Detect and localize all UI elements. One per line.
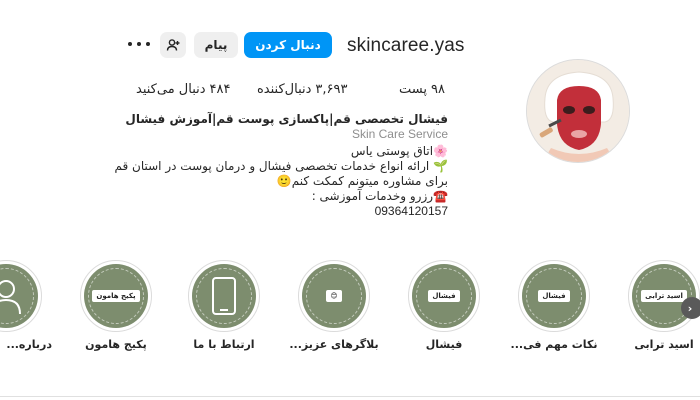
follow-button[interactable]: دنبال کردن: [244, 32, 332, 58]
followers-stat[interactable]: ۳,۶۹۳دنبال‌کننده: [257, 82, 347, 97]
highlight-label: پکیج هامون: [85, 338, 147, 351]
bio-phone: 09364120157: [374, 204, 448, 218]
following-stat[interactable]: ۴۸۴دنبال می‌کنید: [136, 82, 230, 97]
more-options-icon[interactable]: [128, 36, 150, 52]
highlight-tag: فیشال: [538, 290, 570, 302]
highlight-label: فیشال: [425, 338, 463, 351]
user-icon: [0, 280, 21, 315]
highlight-item[interactable]: ارتباط با ما: [178, 260, 270, 351]
followers-count: ۳,۶۹۳: [315, 82, 348, 97]
highlight-item[interactable]: 😊 بلاگرهای عزیز...: [288, 260, 380, 351]
bio-line: 🌸اتاق پوستی یاس: [350, 144, 448, 158]
add-user-icon: [166, 39, 180, 51]
profile-avatar[interactable]: [526, 59, 630, 163]
highlight-label: ارتباط با ما: [193, 338, 255, 351]
highlight-item[interactable]: فیشال فیشال: [398, 260, 490, 351]
highlight-tag: پکیج هامون: [92, 290, 140, 302]
highlight-item[interactable]: پکیج هامون پکیج هامون: [70, 260, 162, 351]
highlight-label: اسید ترابی: [634, 338, 694, 351]
posts-label: پست: [399, 82, 427, 97]
highlight-item[interactable]: فیشال نکات مهم فی...: [508, 260, 600, 351]
bio-line: برای مشاوره میتونم کمکت کنم🙂: [276, 174, 448, 188]
highlight-tag: فیشال: [428, 290, 460, 302]
phone-icon: [212, 277, 236, 315]
posts-stat: ۹۸پست: [399, 82, 445, 97]
posts-count: ۹۸: [430, 82, 445, 97]
highlight-tag: اسید ترابی: [641, 290, 687, 302]
profile-username: skincaree.yas: [347, 35, 465, 56]
highlight-label: نکات مهم فی...: [510, 338, 598, 351]
smile-icon: 😊: [326, 290, 342, 302]
highlight-label: درباره...: [6, 338, 52, 351]
story-highlights: اسید ترابی اسید ترابی فیشال نکات مهم فی.…: [0, 260, 700, 370]
bio-line: ☎️رزرو وخدمات آموزشی :: [311, 189, 448, 203]
chevron-right-icon: ›: [687, 301, 693, 315]
divider: [0, 396, 700, 397]
following-label: دنبال می‌کنید: [136, 82, 206, 97]
bio-line: 🌱 ارائه انواع خدمات تخصصی فیشال و درمان …: [114, 159, 449, 173]
highlight-item[interactable]: درباره...: [0, 260, 52, 351]
suggested-users-button[interactable]: [160, 32, 186, 58]
followers-label: دنبال‌کننده: [257, 82, 312, 97]
bio-title: فیشال تخصصی قم|پاکسازی پوست قم|آموزش فیش…: [125, 112, 448, 126]
next-highlights-button[interactable]: ›: [681, 297, 700, 319]
face-mask-avatar-icon: [527, 60, 629, 162]
bio-category: Skin Care Service: [351, 127, 448, 141]
following-count: ۴۸۴: [209, 82, 231, 97]
highlight-label: بلاگرهای عزیز...: [289, 338, 379, 351]
message-button[interactable]: پیام: [194, 32, 238, 58]
profile-bio: فیشال تخصصی قم|پاکسازی پوست قم|آموزش فیش…: [108, 112, 449, 219]
